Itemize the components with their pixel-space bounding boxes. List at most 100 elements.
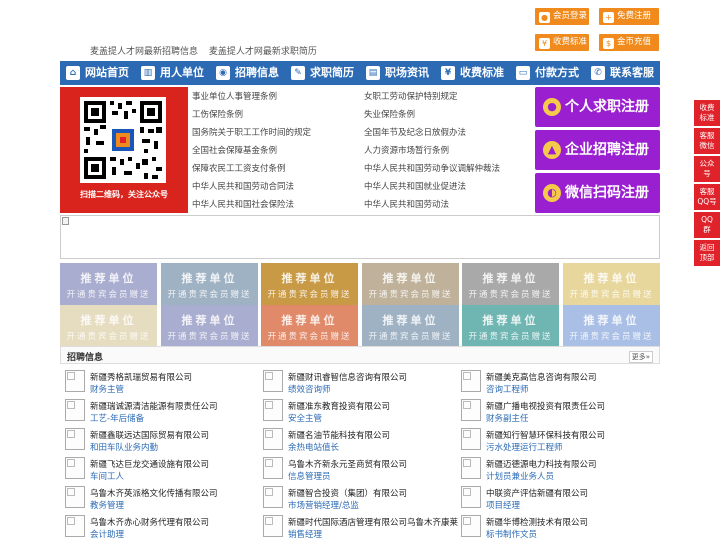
recommend-slot[interactable]: 推荐单位 开通贵宾会员赠送 bbox=[60, 305, 157, 347]
recommend-slot[interactable]: 推荐单位 开通贵宾会员赠送 bbox=[462, 263, 559, 305]
coin-recharge-button[interactable]: $ 金币充值 bbox=[599, 34, 659, 51]
job-position[interactable]: 财务主管 bbox=[90, 383, 124, 395]
job-position[interactable]: 和田车队业务内勤 bbox=[90, 441, 158, 453]
law-link[interactable]: 人力资源市场暂行条例 bbox=[364, 144, 449, 156]
job-position[interactable]: 会计助理 bbox=[90, 528, 124, 540]
recommend-slot[interactable]: 推荐单位 开通贵宾会员赠送 bbox=[161, 305, 258, 347]
float-pricing[interactable]: 收费 标准 bbox=[694, 100, 720, 126]
job-company[interactable]: 新疆迈德源电力科技有限公司 bbox=[486, 458, 597, 470]
job-item[interactable]: 新疆财讯睿智信息咨询有限公司 绩效咨询师 bbox=[258, 368, 454, 396]
wechat-register-button[interactable]: ◐ 微信扫码注册 bbox=[535, 173, 660, 213]
job-position[interactable]: 工艺-年后储备 bbox=[90, 412, 144, 424]
job-item[interactable]: 新疆华博检测技术有限公司 标书制作文员 bbox=[456, 513, 652, 540]
recommend-slot[interactable]: 推荐单位 开通贵宾会员赠送 bbox=[362, 263, 459, 305]
nav-support[interactable]: ✆ 联系客服 bbox=[585, 61, 660, 85]
recommend-slot[interactable]: 推荐单位 开通贵宾会员赠送 bbox=[563, 263, 660, 305]
job-company[interactable]: 新疆瑞诚源清洁能源有限责任公司 bbox=[90, 400, 218, 412]
nav-payment[interactable]: ▭ 付款方式 bbox=[510, 61, 585, 85]
float-support-wechat[interactable]: 客服 微信 bbox=[694, 128, 720, 154]
job-position[interactable]: 标书制作文员 bbox=[486, 528, 537, 540]
nav-home[interactable]: ⌂ 网站首页 bbox=[60, 61, 135, 85]
nav-pricing[interactable]: ¥ 收费标准 bbox=[435, 61, 510, 85]
law-link[interactable]: 中华人民共和国就业促进法 bbox=[364, 180, 466, 192]
job-company[interactable]: 新疆时代国际酒店管理有限公司乌鲁木齐康莱 bbox=[288, 516, 458, 528]
job-item[interactable]: 新疆瑞诚源清洁能源有限责任公司 工艺-年后储备 bbox=[60, 397, 256, 425]
latest-jobs-link[interactable]: 麦盖提人才网最新招聘信息 bbox=[90, 47, 198, 57]
job-item[interactable]: 新疆准东教育投资有限公司 安全主管 bbox=[258, 397, 454, 425]
job-company[interactable]: 乌鲁木齐新永元圣商贸有限公司 bbox=[288, 458, 407, 470]
law-link[interactable]: 工伤保险条例 bbox=[192, 108, 243, 120]
job-item[interactable]: 新疆知行智慧环保科技有限公司 污水处理运行工程师 bbox=[456, 426, 652, 454]
job-item[interactable]: 乌鲁木齐英派格文化传播有限公司 教务管理 bbox=[60, 484, 256, 512]
job-item[interactable]: 中联资产评估新疆有限公司 项目经理 bbox=[456, 484, 652, 512]
job-position[interactable]: 销售经理 bbox=[288, 528, 322, 540]
law-link[interactable]: 事业单位人事管理条例 bbox=[192, 90, 277, 102]
job-company[interactable]: 新疆知行智慧环保科技有限公司 bbox=[486, 429, 605, 441]
job-item[interactable]: 新疆广播电视投资有限责任公司 财务副主任 bbox=[456, 397, 652, 425]
recommend-slot[interactable]: 推荐单位 开通贵宾会员赠送 bbox=[563, 305, 660, 347]
law-link[interactable]: 中华人民共和国社会保险法 bbox=[192, 198, 294, 210]
law-link[interactable]: 全国年节及纪念日放假办法 bbox=[364, 126, 466, 138]
latest-resumes-link[interactable]: 麦盖提人才网最新求职简历 bbox=[209, 47, 317, 57]
job-company[interactable]: 新疆广播电视投资有限责任公司 bbox=[486, 400, 605, 412]
job-position[interactable]: 污水处理运行工程师 bbox=[486, 441, 563, 453]
nav-jobs[interactable]: ◉ 招聘信息 bbox=[210, 61, 285, 85]
job-company[interactable]: 新疆秀格凯瑞贸易有限公司 bbox=[90, 371, 192, 383]
recommend-slot[interactable]: 推荐单位 开通贵宾会员赠送 bbox=[261, 305, 358, 347]
law-link[interactable]: 全国社会保障基金条例 bbox=[192, 144, 277, 156]
job-item[interactable]: 新疆美克高信息咨询有限公司 咨询工程师 bbox=[456, 368, 652, 396]
nav-news[interactable]: ▤ 职场资讯 bbox=[360, 61, 435, 85]
recommend-slot[interactable]: 推荐单位 开通贵宾会员赠送 bbox=[161, 263, 258, 305]
job-company[interactable]: 中联资产评估新疆有限公司 bbox=[486, 487, 588, 499]
nav-employers[interactable]: ▥ 用人单位 bbox=[135, 61, 210, 85]
law-link[interactable]: 中华人民共和国劳动争议调解仲裁法 bbox=[364, 162, 500, 174]
nav-resumes[interactable]: ✎ 求职简历 bbox=[285, 61, 360, 85]
law-link[interactable]: 中华人民共和国劳动合同法 bbox=[192, 180, 294, 192]
job-position[interactable]: 财务副主任 bbox=[486, 412, 529, 424]
float-support-qq[interactable]: 客服 QQ号 bbox=[694, 184, 720, 210]
jobs-more-link[interactable]: 更多» bbox=[628, 351, 653, 363]
job-company[interactable]: 新疆名油节能科技有限公司 bbox=[288, 429, 390, 441]
pricing-button[interactable]: ¥ 收费标准 bbox=[535, 34, 589, 51]
float-back-to-top[interactable]: 返回 顶部 bbox=[694, 240, 720, 266]
recommend-slot[interactable]: 推荐单位 开通贵宾会员赠送 bbox=[261, 263, 358, 305]
job-company[interactable]: 新疆鑫联远达国际贸易有限公司 bbox=[90, 429, 209, 441]
job-position[interactable]: 市场营销经理/总监 bbox=[288, 499, 359, 511]
company-register-button[interactable]: ▲ 企业招聘注册 bbox=[535, 130, 660, 170]
job-item[interactable]: 新疆秀格凯瑞贸易有限公司 财务主管 bbox=[60, 368, 256, 396]
law-link[interactable]: 国务院关于职工工作时间的规定 bbox=[192, 126, 311, 138]
recommend-slot[interactable]: 推荐单位 开通贵宾会员赠送 bbox=[462, 305, 559, 347]
job-item[interactable]: 新疆时代国际酒店管理有限公司乌鲁木齐康莱 销售经理 bbox=[258, 513, 458, 540]
job-position[interactable]: 安全主管 bbox=[288, 412, 322, 424]
job-company[interactable]: 乌鲁木齐赤心财务代理有限公司 bbox=[90, 516, 209, 528]
job-position[interactable]: 车间工人 bbox=[90, 470, 124, 482]
job-item[interactable]: 新疆鑫联远达国际贸易有限公司 和田车队业务内勤 bbox=[60, 426, 256, 454]
law-link[interactable]: 失业保险条例 bbox=[364, 108, 415, 120]
law-link[interactable]: 保障农民工工资支付条例 bbox=[192, 162, 286, 174]
job-company[interactable]: 乌鲁木齐英派格文化传播有限公司 bbox=[90, 487, 218, 499]
job-company[interactable]: 新疆飞达巨龙交通设施有限公司 bbox=[90, 458, 209, 470]
float-qq-group[interactable]: QQ 群 bbox=[694, 212, 720, 238]
job-item[interactable]: 新疆名油节能科技有限公司 余热电站值长 bbox=[258, 426, 454, 454]
recommend-slot[interactable]: 推荐单位 开通贵宾会员赠送 bbox=[362, 305, 459, 347]
job-position[interactable]: 项目经理 bbox=[486, 499, 520, 511]
job-company[interactable]: 新疆财讯睿智信息咨询有限公司 bbox=[288, 371, 407, 383]
job-company[interactable]: 新疆智合投资（集团）有限公司 bbox=[288, 487, 407, 499]
job-position[interactable]: 计划员兼业务人员 bbox=[486, 470, 554, 482]
law-link[interactable]: 中华人民共和国劳动法 bbox=[364, 198, 449, 210]
law-link[interactable]: 女职工劳动保护特别规定 bbox=[364, 90, 458, 102]
job-position[interactable]: 余热电站值长 bbox=[288, 441, 339, 453]
personal-register-button[interactable]: ● 个人求职注册 bbox=[535, 87, 660, 127]
job-position[interactable]: 信息管理员 bbox=[288, 470, 331, 482]
job-item[interactable]: 乌鲁木齐新永元圣商贸有限公司 信息管理员 bbox=[258, 455, 454, 483]
float-official-account[interactable]: 公众 号 bbox=[694, 156, 720, 182]
job-item[interactable]: 新疆飞达巨龙交通设施有限公司 车间工人 bbox=[60, 455, 256, 483]
job-company[interactable]: 新疆美克高信息咨询有限公司 bbox=[486, 371, 597, 383]
free-register-button[interactable]: + 免费注册 bbox=[599, 8, 659, 25]
job-item[interactable]: 新疆智合投资（集团）有限公司 市场营销经理/总监 bbox=[258, 484, 454, 512]
job-position[interactable]: 绩效咨询师 bbox=[288, 383, 331, 395]
job-position[interactable]: 教务管理 bbox=[90, 499, 124, 511]
job-company[interactable]: 新疆准东教育投资有限公司 bbox=[288, 400, 390, 412]
member-login-button[interactable]: ● 会员登录 bbox=[535, 8, 589, 25]
job-item[interactable]: 新疆迈德源电力科技有限公司 计划员兼业务人员 bbox=[456, 455, 652, 483]
